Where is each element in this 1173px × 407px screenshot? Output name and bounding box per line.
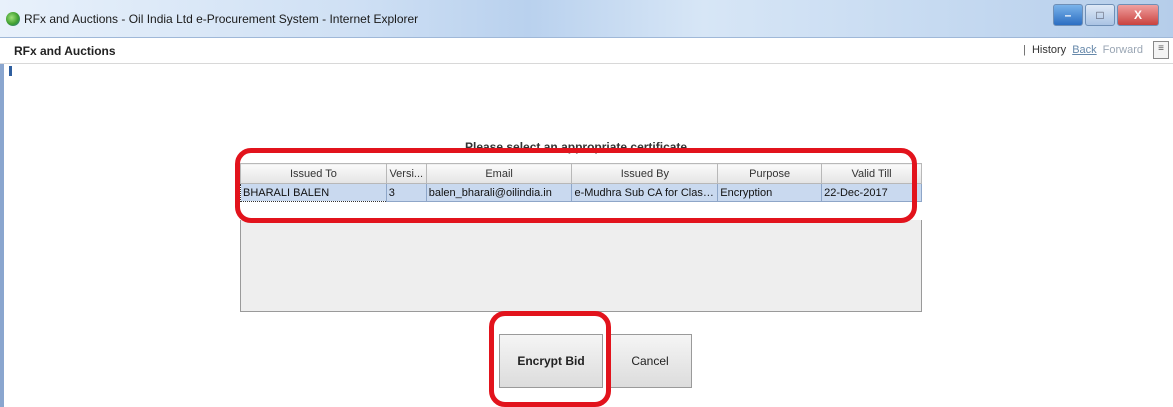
cell-issued-by[interactable]: e-Mudhra Sub CA for Class 3... bbox=[571, 183, 719, 202]
close-button[interactable]: X bbox=[1117, 4, 1159, 26]
window-title: RFx and Auctions - Oil India Ltd e-Procu… bbox=[24, 12, 419, 26]
cell-version[interactable]: 3 bbox=[385, 183, 427, 202]
cell-email[interactable]: balen_bharali@oilindia.in bbox=[425, 183, 573, 202]
column-header-valid-till[interactable]: Valid Till bbox=[821, 163, 922, 184]
column-header-purpose[interactable]: Purpose bbox=[717, 163, 823, 184]
certificate-table: Issued To Versi... Email Issued By Purpo… bbox=[240, 163, 922, 202]
cancel-button[interactable]: Cancel bbox=[608, 334, 692, 388]
left-marker bbox=[9, 66, 12, 76]
encrypt-bid-button[interactable]: Encrypt Bid bbox=[499, 334, 603, 388]
table-empty-area bbox=[240, 220, 922, 312]
nav-separator: | bbox=[1023, 44, 1026, 56]
page-menu-icon[interactable]: ≡ bbox=[1153, 41, 1169, 59]
column-header-issued-by[interactable]: Issued By bbox=[571, 163, 719, 184]
back-link[interactable]: Back bbox=[1072, 44, 1096, 56]
app-label: RFx and Auctions bbox=[14, 44, 116, 58]
forward-link[interactable]: Forward bbox=[1103, 44, 1143, 56]
table-header-row: Issued To Versi... Email Issued By Purpo… bbox=[240, 163, 922, 184]
history-link[interactable]: History bbox=[1032, 44, 1066, 56]
internet-explorer-icon bbox=[6, 12, 20, 26]
minimize-button[interactable]: – bbox=[1053, 4, 1083, 26]
history-nav: | History Back Forward bbox=[1023, 44, 1143, 56]
maximize-button[interactable]: □ bbox=[1085, 4, 1115, 26]
column-header-issued-to[interactable]: Issued To bbox=[240, 163, 387, 184]
window-titlebar: RFx and Auctions - Oil India Ltd e-Procu… bbox=[0, 0, 1173, 38]
cell-issued-to[interactable]: BHARALI BALEN bbox=[240, 183, 387, 202]
dialog-prompt: Please select an appropriate certificate bbox=[465, 140, 688, 154]
column-header-email[interactable]: Email bbox=[425, 163, 573, 184]
app-toolbar: RFx and Auctions | History Back Forward bbox=[0, 38, 1173, 64]
cell-valid-till[interactable]: 22-Dec-2017 bbox=[821, 183, 922, 202]
window-controls: – □ X bbox=[1053, 4, 1159, 26]
cell-purpose[interactable]: Encryption bbox=[717, 183, 823, 202]
table-row[interactable]: BHARALI BALEN 3 balen_bharali@oilindia.i… bbox=[240, 183, 922, 202]
column-header-version[interactable]: Versi... bbox=[385, 163, 427, 184]
